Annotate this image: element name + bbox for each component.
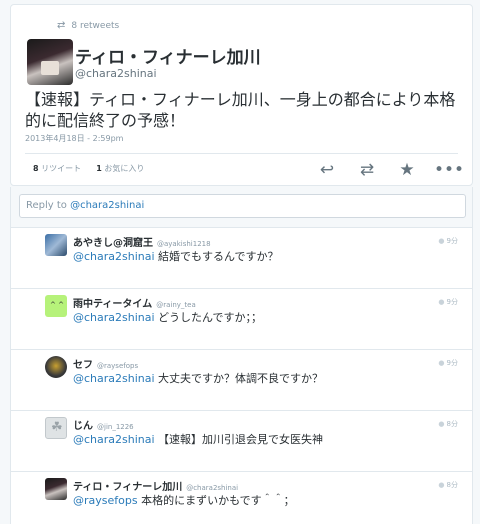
tweet-text: 【速報】ティロ・フィナーレ加川、一身上の都合により本格的に配信終了の予感！ [25, 90, 456, 130]
reply-text: @chara2shinai どうしたんですか；； [73, 311, 263, 324]
more-dots-icon[interactable]: ••• [434, 159, 464, 181]
reply-item[interactable]: あやきし@洞窟王 @ayakishi1218 @chara2shinai 結婚でも… [11, 228, 472, 289]
reply-text: @chara2shinai 【速報】加川引退会見で女医失神 [73, 433, 324, 446]
reply-handle[interactable]: @jin_1226 [97, 423, 134, 431]
reply-time[interactable]: 8分 [438, 419, 458, 429]
reply-avatar[interactable] [45, 295, 67, 317]
reply-mention[interactable]: @chara2shinai [73, 433, 155, 446]
reply-handle[interactable]: @ayakishi1218 [157, 240, 211, 248]
tweet-actions: ↩ ⇄ ★ ••• [300, 159, 464, 181]
favorites-count[interactable]: 1 [96, 164, 102, 173]
retweet-icon: ⇄ [57, 20, 66, 31]
reply-handle[interactable]: @chara2shinai [186, 484, 238, 492]
reply-item[interactable]: ティロ・フィナーレ加川 @chara2shinai @raysefops 本格的に… [11, 472, 472, 524]
reply-author[interactable]: じん @jin_1226 [73, 417, 134, 432]
reply-handle[interactable]: @rainy_tea [156, 301, 196, 309]
reply-item[interactable]: セフ @raysefops @chara2shinai 大丈夫ですか？体調不良です… [11, 350, 472, 411]
reply-mention: @chara2shinai [70, 200, 145, 211]
retweets-count[interactable]: 8 [33, 164, 39, 173]
author-handle[interactable]: @chara2shinai [75, 67, 157, 80]
favorites-label[interactable]: お気に入り [104, 164, 144, 173]
reply-mention[interactable]: @chara2shinai [73, 250, 155, 263]
retweets-label[interactable]: リツイート [41, 164, 81, 173]
reply-time[interactable]: 9分 [438, 236, 458, 246]
reply-area: Reply to @chara2shinai [10, 187, 473, 227]
reply-icon[interactable]: ↩ [314, 159, 340, 181]
reply-item[interactable]: 雨中ティータイム@rainy_tea @chara2shinai どうしたんです… [11, 289, 472, 350]
reply-time[interactable]: 9分 [438, 358, 458, 368]
reply-avatar[interactable] [45, 356, 67, 378]
retweet-count-label: 8 retweets [71, 21, 120, 31]
reply-author[interactable]: あやきし@洞窟王 @ayakishi1218 [73, 234, 211, 249]
reply-author[interactable]: セフ @raysefops [73, 356, 138, 371]
reply-avatar[interactable] [45, 478, 67, 500]
reply-item[interactable]: じん@jin_1226 @chara2shinai 【速報】加川引退会見で女医失… [11, 411, 472, 472]
reply-mention[interactable]: @chara2shinai [73, 372, 155, 385]
reply-handle[interactable]: @raysefops [97, 362, 138, 370]
reply-mention[interactable]: @chara2shinai [73, 311, 155, 324]
retweet-info: ⇄ 8 retweets [57, 20, 119, 31]
tweet-timestamp[interactable]: 2013年4月18日 - 2:59pm [25, 133, 123, 144]
tweet-card: ⇄ 8 retweets ティロ・フィナーレ加川 @chara2shinai 【速… [10, 4, 473, 186]
reply-text: @chara2shinai 大丈夫ですか？体調不良ですか？ [73, 372, 324, 385]
reply-avatar[interactable] [45, 417, 67, 439]
divider [25, 153, 458, 154]
favorite-star-icon[interactable]: ★ [394, 159, 420, 181]
reply-prefix: Reply to [26, 200, 71, 211]
tweet-stats: 8 リツイート 1 お気に入り [33, 163, 144, 174]
reply-time[interactable]: 9分 [438, 297, 458, 307]
reply-author[interactable]: 雨中ティータイム @rainy_tea [73, 295, 196, 310]
reply-text: @raysefops 本格的にまずいかもです＾＾； [73, 494, 295, 507]
reply-mention[interactable]: @raysefops [73, 494, 138, 507]
reply-input[interactable]: Reply to @chara2shinai [19, 194, 466, 218]
reply-author[interactable]: ティロ・フィナーレ加川 @chara2shinai [73, 478, 238, 493]
reply-avatar[interactable] [45, 234, 67, 256]
author-avatar[interactable] [27, 39, 73, 85]
author-name[interactable]: ティロ・フィナーレ加川 [75, 43, 261, 68]
replies-list: あやきし@洞窟王 @ayakishi1218 @chara2shinai 結婚でも… [10, 227, 473, 524]
reply-text: @chara2shinai 結婚でもするんですか？ [73, 250, 279, 263]
retweet-icon[interactable]: ⇄ [354, 159, 380, 181]
reply-time[interactable]: 8分 [438, 480, 458, 490]
